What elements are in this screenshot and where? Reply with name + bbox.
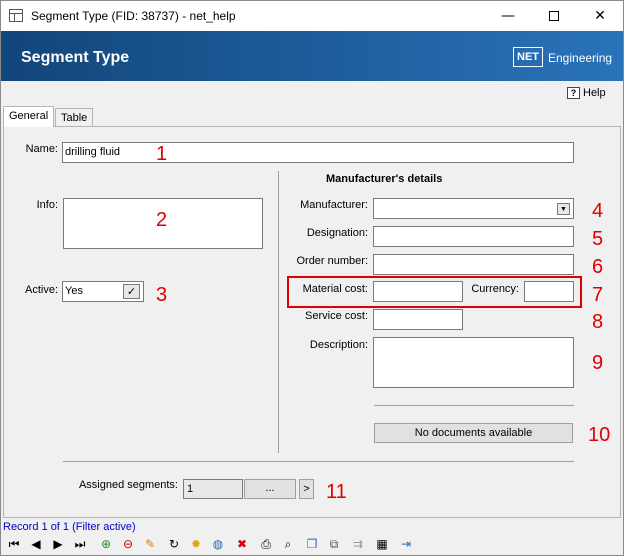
annotation-8: 8	[592, 311, 604, 333]
designation-label: Designation:	[306, 227, 368, 239]
annotation-7: 7	[592, 284, 604, 306]
minimize-button[interactable]: —	[485, 1, 531, 31]
print-icon[interactable]: ⎙	[257, 535, 275, 553]
net-logo: NET	[513, 47, 543, 67]
maximize-button[interactable]	[531, 1, 577, 31]
name-field[interactable]: drilling fluid	[62, 142, 574, 163]
annotation-2: 2	[156, 209, 168, 231]
annotation-5: 5	[592, 228, 604, 250]
order-number-field[interactable]	[373, 254, 574, 275]
order-number-label: Order number:	[296, 255, 368, 267]
active-label: Active:	[24, 284, 58, 296]
check-icon[interactable]: ✓	[123, 284, 140, 299]
column-divider	[278, 171, 279, 453]
annotation-9: 9	[592, 352, 604, 374]
designation-field[interactable]	[373, 226, 574, 247]
last-record-icon[interactable]: ⏭	[71, 535, 89, 553]
currency-field[interactable]	[524, 281, 574, 302]
copy-icon[interactable]: ❐	[303, 535, 321, 553]
previous-record-icon[interactable]: ◀	[27, 535, 45, 553]
annotation-6: 6	[592, 256, 604, 278]
help-icon: ?	[567, 87, 580, 99]
currency-label: Currency:	[471, 283, 519, 295]
chevron-down-icon[interactable]: ▼	[557, 203, 570, 215]
app-table-icon	[9, 9, 23, 22]
material-cost-label: Material cost:	[302, 283, 368, 295]
assigned-segments-go-button[interactable]: >	[299, 479, 314, 499]
title-bar: Segment Type (FID: 38737) - net_help — ✕	[1, 1, 623, 31]
refresh-icon[interactable]: ↻	[165, 535, 183, 553]
table-edit-icon[interactable]: ▦	[373, 535, 391, 553]
active-value: Yes	[65, 285, 83, 297]
page-title: Segment Type	[21, 49, 130, 66]
next-record-icon[interactable]: ▶	[49, 535, 67, 553]
manufacturer-dropdown[interactable]: ▼	[373, 198, 574, 219]
description-field[interactable]	[373, 337, 574, 388]
manufacturer-label: Manufacturer:	[300, 199, 368, 211]
exit-icon[interactable]: ⇥	[397, 535, 415, 553]
help-label: Help	[583, 87, 606, 99]
record-status: Record 1 of 1 (Filter active)	[3, 521, 136, 533]
service-cost-field[interactable]	[373, 309, 463, 330]
assigned-segments-label: Assigned segments:	[78, 479, 178, 491]
tab-general[interactable]: General	[3, 106, 54, 127]
assigned-segments-field: 1	[183, 479, 243, 499]
logo-text: Engineering	[548, 51, 613, 65]
footer-divider	[63, 461, 574, 462]
manufacturer-section-title: Manufacturer's details	[326, 173, 443, 185]
assigned-segments-browse-button[interactable]: ...	[244, 479, 296, 499]
globe-icon[interactable]: ◍	[209, 535, 227, 553]
close-button[interactable]: ✕	[577, 1, 623, 31]
edit-icon[interactable]: ✎	[141, 535, 159, 553]
service-cost-label: Service cost:	[305, 310, 368, 322]
active-select[interactable]: Yes ✓	[62, 281, 144, 302]
tab-table[interactable]: Table	[55, 108, 93, 126]
info-label: Info:	[36, 199, 58, 211]
annotation-10: 10	[588, 424, 611, 446]
documents-divider	[374, 405, 574, 406]
annotation-3: 3	[156, 284, 168, 306]
name-label: Name:	[25, 143, 58, 155]
new-record-icon[interactable]: ✹	[187, 535, 205, 553]
window-title: Segment Type (FID: 38737) - net_help	[31, 9, 236, 23]
link-icon[interactable]: ⇉	[349, 535, 367, 553]
annotation-1: 1	[156, 143, 168, 165]
remove-filter-icon[interactable]: ⊖	[119, 535, 137, 553]
first-record-icon[interactable]: ⏮	[5, 535, 23, 553]
delete-icon[interactable]: ✖	[233, 535, 251, 553]
search-icon[interactable]: ⌕	[279, 535, 297, 553]
help-link[interactable]: ? Help	[567, 87, 606, 99]
annotation-11: 11	[326, 481, 347, 503]
header-banner: Segment Type NET Engineering	[1, 31, 623, 81]
documents-button[interactable]: No documents available	[374, 423, 573, 443]
annotation-4: 4	[592, 200, 604, 222]
material-cost-field[interactable]	[373, 281, 463, 302]
navigation-toolbar: ⏮ ◀ ▶ ⏭ ⊕ ⊖ ✎ ↻ ✹ ◍ ✖ ⎙ ⌕ ❐ ⧉ ⇉ ▦ ⇥	[3, 535, 621, 555]
description-label: Description:	[309, 339, 368, 351]
general-panel	[3, 126, 621, 518]
maximize-icon	[549, 11, 559, 21]
duplicate-icon[interactable]: ⧉	[325, 535, 343, 553]
segment-type-window: Segment Type (FID: 38737) - net_help — ✕…	[0, 0, 624, 556]
add-filter-icon[interactable]: ⊕	[97, 535, 115, 553]
